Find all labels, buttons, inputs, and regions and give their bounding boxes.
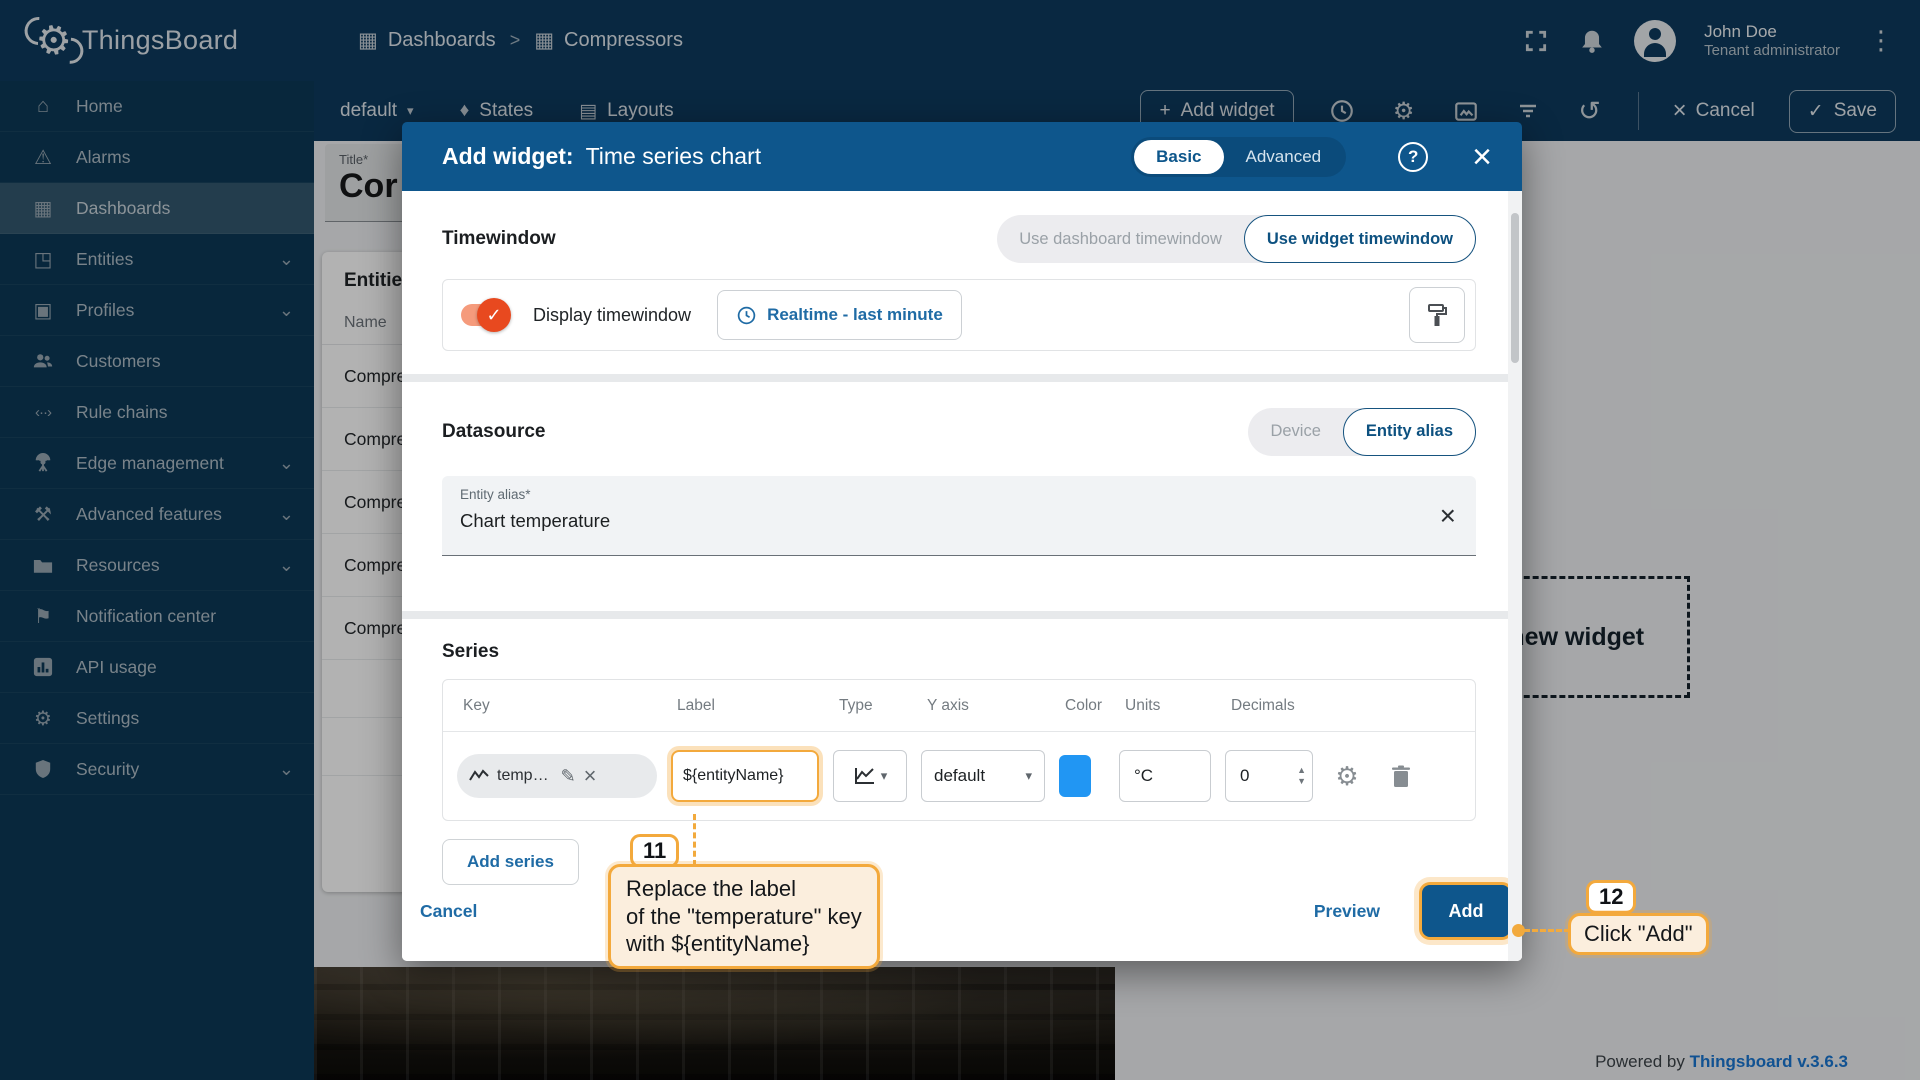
preview-button[interactable]: Preview	[1314, 901, 1380, 922]
series-type-select[interactable]: ▾	[833, 750, 907, 802]
caret-down-icon: ▾	[881, 768, 888, 784]
step-11-connector-line	[693, 814, 696, 866]
use-widget-timewindow-option[interactable]: Use widget timewindow	[1244, 215, 1476, 263]
col-color: Color	[1059, 697, 1105, 715]
datasource-heading: Datasource	[442, 421, 546, 443]
entity-alias-field[interactable]: Entity alias* Chart temperature ×	[442, 476, 1476, 556]
stepper-up-icon[interactable]: ▲	[1297, 766, 1306, 775]
series-table-header: Key Label Type Y axis Color Units Decima…	[443, 680, 1475, 732]
col-decimals: Decimals	[1225, 697, 1313, 715]
decimals-value: 0	[1240, 766, 1249, 786]
dialog-scrollbar	[1508, 191, 1522, 961]
use-dashboard-timewindow-option[interactable]: Use dashboard timewindow	[997, 215, 1244, 263]
series-settings-gear-icon[interactable]: ⚙	[1327, 761, 1367, 792]
datasource-section: Datasource Device Entity alias Entity al…	[402, 382, 1522, 611]
series-color-swatch[interactable]	[1059, 755, 1091, 797]
remove-key-icon[interactable]: ×	[584, 765, 597, 787]
step-12-connector-line	[1524, 929, 1570, 932]
series-section: Series Key Label Type Y axis Color Units…	[402, 619, 1522, 961]
y-axis-value: default	[934, 766, 985, 786]
col-y-axis: Y axis	[921, 697, 1045, 715]
entity-alias-field-value: Chart temperature	[460, 510, 1458, 532]
entity-alias-option[interactable]: Entity alias	[1343, 408, 1476, 456]
step-11-badge: 11	[630, 834, 679, 868]
dialog-title-prefix: Add widget:	[442, 143, 574, 170]
mode-toggle: Basic Advanced	[1131, 137, 1346, 177]
device-option[interactable]: Device	[1248, 408, 1342, 456]
edit-key-pencil-icon[interactable]: ✎	[561, 766, 576, 787]
series-units-input[interactable]: °C	[1119, 750, 1211, 802]
series-row: temp… ✎ × ${entityName} ▾ default	[443, 732, 1475, 820]
dialog-title: Time series chart	[586, 143, 762, 170]
series-decimals-input[interactable]: 0 ▲ ▼	[1225, 750, 1313, 802]
scrollbar-thumb[interactable]	[1511, 213, 1519, 363]
dialog-body: Timewindow Use dashboard timewindow Use …	[402, 191, 1522, 961]
series-table: Key Label Type Y axis Color Units Decima…	[442, 679, 1476, 821]
series-key-value: temp…	[497, 767, 549, 785]
timewindow-card: ✓ Display timewindow Realtime - last min…	[442, 279, 1476, 351]
datasource-type-toggle: Device Entity alias	[1248, 408, 1476, 456]
add-button[interactable]: Add	[1422, 885, 1510, 937]
thingsboard-app: ⚙ ThingsBoard ▦ Dashboards > ▦ Compresso…	[0, 0, 1920, 1080]
close-dialog-icon[interactable]: ×	[1472, 140, 1492, 174]
decimals-stepper[interactable]: ▲ ▼	[1297, 766, 1306, 786]
mode-advanced-toggle[interactable]: Advanced	[1224, 140, 1344, 174]
series-y-axis-select[interactable]: default ▾	[921, 750, 1045, 802]
dialog-footer: Cancel Preview Add	[420, 885, 1510, 937]
col-units: Units	[1119, 697, 1211, 715]
realtime-timewindow-button[interactable]: Realtime - last minute	[717, 290, 962, 340]
step-12-tooltip: Click "Add"	[1568, 913, 1709, 955]
entity-alias-field-label: Entity alias*	[460, 487, 1458, 502]
mode-basic-toggle[interactable]: Basic	[1134, 140, 1223, 174]
add-widget-dialog: Add widget: Time series chart Basic Adva…	[402, 122, 1522, 961]
help-icon[interactable]: ?	[1398, 142, 1428, 172]
step-12-badge: 12	[1586, 880, 1636, 914]
timewindow-heading: Timewindow	[442, 228, 556, 250]
clock-icon	[736, 305, 757, 326]
step-11-line-3: with ${entityName}	[626, 930, 862, 958]
display-timewindow-toggle[interactable]: ✓	[461, 304, 507, 326]
timewindow-section: Timewindow Use dashboard timewindow Use …	[402, 191, 1522, 374]
col-key: Key	[457, 697, 657, 715]
step-11-tooltip: Replace the label of the "temperature" k…	[608, 864, 880, 969]
realtime-label: Realtime - last minute	[767, 305, 943, 325]
clear-alias-icon[interactable]: ×	[1440, 502, 1456, 530]
paint-roller-icon	[1425, 302, 1449, 328]
series-delete-trash-icon[interactable]	[1381, 765, 1421, 788]
series-heading: Series	[442, 641, 1476, 663]
col-label: Label	[671, 697, 819, 715]
add-series-button[interactable]: Add series	[442, 839, 579, 885]
series-label-input[interactable]: ${entityName}	[671, 750, 819, 802]
dialog-cancel-button[interactable]: Cancel	[420, 901, 477, 922]
display-timewindow-label: Display timewindow	[533, 305, 691, 326]
copy-style-roller-button[interactable]	[1409, 287, 1465, 343]
caret-down-icon: ▾	[1025, 768, 1032, 784]
step-11-line-1: Replace the label	[626, 875, 862, 903]
line-chart-icon	[853, 766, 877, 786]
stepper-down-icon[interactable]: ▼	[1297, 777, 1306, 786]
toggle-check-icon: ✓	[477, 298, 511, 332]
step-11-line-2: of the "temperature" key	[626, 903, 862, 931]
series-key-chip[interactable]: temp… ✎ ×	[457, 754, 657, 798]
col-type: Type	[833, 697, 907, 715]
sparkline-icon	[469, 769, 489, 783]
dialog-header: Add widget: Time series chart Basic Adva…	[402, 122, 1522, 191]
timewindow-scope-toggle: Use dashboard timewindow Use widget time…	[997, 215, 1476, 263]
